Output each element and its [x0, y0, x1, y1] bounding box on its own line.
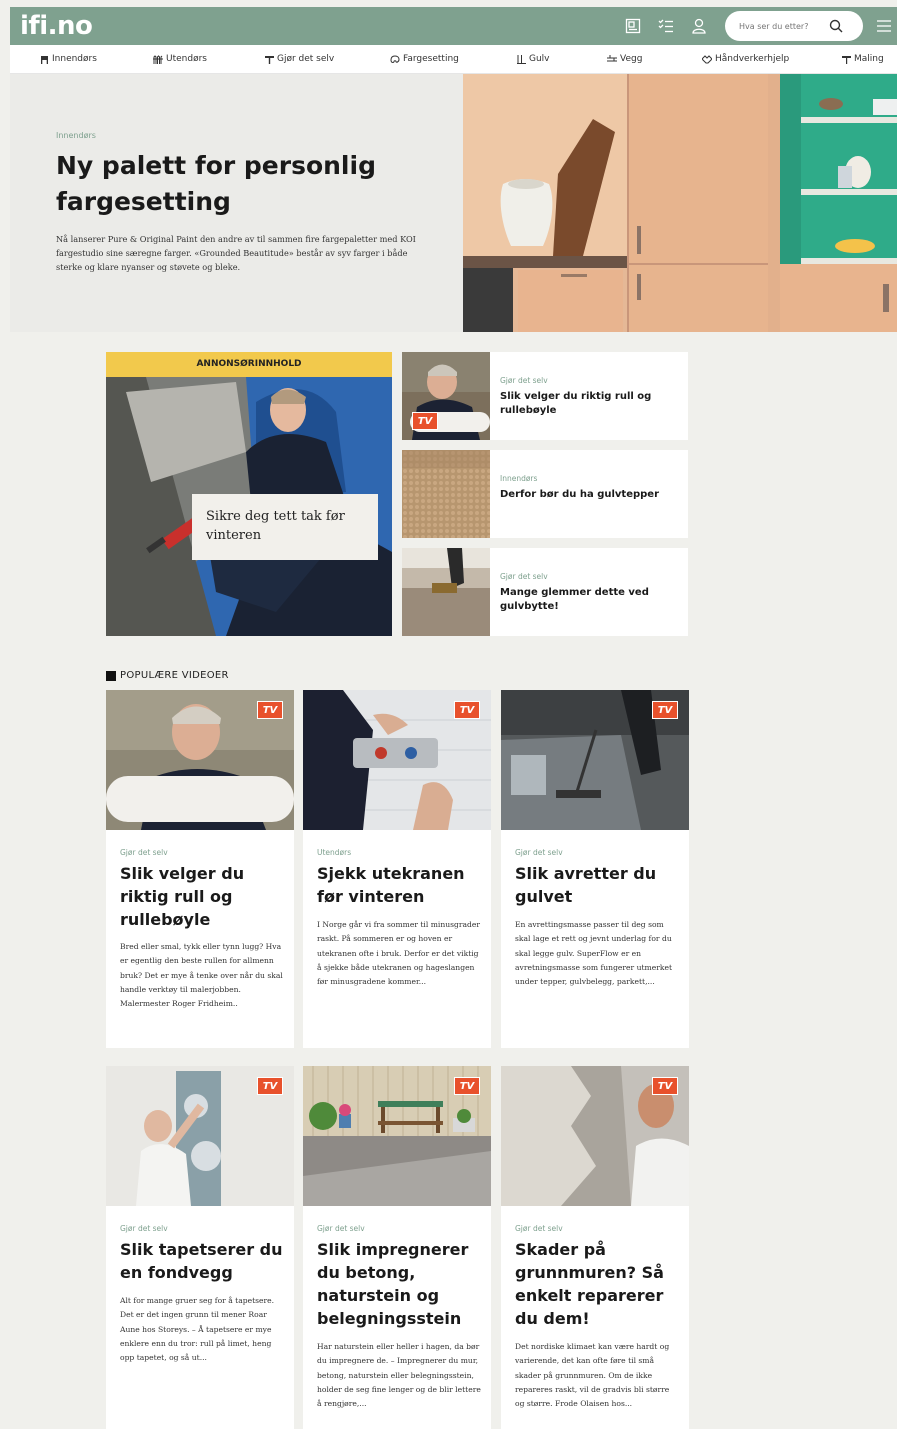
handshake-icon	[702, 54, 712, 63]
nav-item-utendors[interactable]: Utendørs	[153, 54, 207, 64]
video-card[interactable]: TV Utendørs Sjekk utekranen før vinteren…	[303, 690, 491, 1048]
video-description: Bred eller smal, tykk eller tynn lugg? H…	[120, 942, 283, 1009]
top-bar: ifi.no	[10, 7, 897, 45]
side-article-thumbnail	[402, 548, 490, 636]
side-article-title[interactable]: Derfor bør du ha gulvtepper	[500, 488, 675, 502]
nav-item-gjor-det-selv[interactable]: Gjør det selv	[265, 54, 334, 64]
nav-item-fargesetting[interactable]: Fargesetting	[390, 54, 459, 64]
video-description: Alt for mange gruer seg for å tapetsere.…	[120, 1296, 275, 1363]
side-article-category[interactable]: Innendørs	[500, 474, 537, 483]
site-logo[interactable]: ifi.no	[20, 11, 93, 41]
video-category[interactable]: Gjør det selv	[120, 1224, 168, 1233]
side-article-card[interactable]: Innendørs Derfor bør du ha gulvtepper	[402, 450, 688, 538]
header-actions	[624, 7, 897, 45]
video-title[interactable]: Slik velger du riktig rull og rullebøyle	[120, 862, 284, 931]
search-input[interactable]	[739, 21, 829, 31]
magazine-icon[interactable]	[624, 17, 642, 35]
video-card[interactable]: TV Gjør det selv Slik impregnerer du bet…	[303, 1066, 491, 1429]
hero-image[interactable]	[463, 74, 897, 332]
video-thumbnail: TV	[106, 690, 294, 830]
video-card[interactable]: TV Gjør det selv Slik avretter du gulvet…	[501, 690, 689, 1048]
category-nav: Innendørs Utendørs Gjør det selv Fargese…	[10, 45, 897, 74]
search-icon[interactable]	[829, 19, 843, 33]
side-article-title[interactable]: Slik velger du riktig rull og rullebøyle	[500, 390, 675, 418]
video-category[interactable]: Gjør det selv	[515, 848, 563, 857]
video-card[interactable]: TV Gjør det selv Skader på grunnmuren? S…	[501, 1066, 689, 1429]
video-card[interactable]: TV Gjør det selv Slik tapetserer du en f…	[106, 1066, 294, 1429]
video-title[interactable]: Skader på grunnmuren? Så enkelt reparere…	[515, 1238, 679, 1330]
sponsored-article[interactable]: ANNONSØRINNHOLD Sikre deg tett tak før v…	[106, 352, 392, 636]
tv-badge: TV	[454, 1077, 480, 1095]
side-article-thumbnail: TV	[402, 352, 490, 440]
side-article-card[interactable]: Gjør det selv Mange glemmer dette ved gu…	[402, 548, 688, 636]
video-card[interactable]: TV Gjør det selv Slik velger du riktig r…	[106, 690, 294, 1048]
side-article-category[interactable]: Gjør det selv	[500, 572, 548, 581]
nav-item-gulv[interactable]: Gulv	[517, 54, 550, 64]
video-category[interactable]: Gjør det selv	[317, 1224, 365, 1233]
nav-item-handverkerhjelp[interactable]: Håndverkerhjelp	[702, 54, 789, 64]
fence-icon	[153, 54, 163, 64]
video-category[interactable]: Utendørs	[317, 848, 351, 857]
video-category[interactable]: Gjør det selv	[515, 1224, 563, 1233]
video-title[interactable]: Slik impregnerer du betong, naturstein o…	[317, 1238, 481, 1330]
video-description: Det nordiske klimaet kan være hardt og v…	[515, 1342, 670, 1409]
side-article-category[interactable]: Gjør det selv	[500, 376, 548, 385]
video-thumbnail: TV	[106, 1066, 294, 1206]
popular-videos-heading: POPULÆRE VIDEOER	[106, 670, 229, 681]
video-category[interactable]: Gjør det selv	[120, 848, 168, 857]
video-description: En avrettingsmasse passer til deg som sk…	[515, 920, 673, 987]
tv-badge: TV	[652, 701, 678, 719]
video-thumbnail: TV	[501, 1066, 689, 1206]
search-box[interactable]	[725, 11, 863, 41]
hero-text-panel: Innendørs Ny palett for personlig farges…	[10, 74, 463, 332]
side-article-thumbnail	[402, 450, 490, 538]
video-description: I Norge går vi fra sommer til minusgrade…	[317, 920, 481, 987]
tv-badge: TV	[257, 701, 283, 719]
tv-badge: TV	[412, 412, 438, 430]
sponsored-title[interactable]: Sikre deg tett tak før vinteren	[192, 494, 378, 560]
sponsored-badge: ANNONSØRINNHOLD	[106, 352, 392, 377]
video-title[interactable]: Sjekk utekranen før vinteren	[317, 862, 481, 908]
hammer-icon	[265, 55, 274, 64]
side-article-title[interactable]: Mange glemmer dette ved gulvbytte!	[500, 586, 675, 614]
video-thumbnail: TV	[303, 690, 491, 830]
tv-badge: TV	[652, 1077, 678, 1095]
video-thumbnail: TV	[501, 690, 689, 830]
nav-item-innendors[interactable]: Innendørs	[40, 54, 97, 64]
video-title[interactable]: Slik avretter du gulvet	[515, 862, 679, 908]
tv-badge: TV	[454, 701, 480, 719]
video-thumbnail: TV	[303, 1066, 491, 1206]
paint-roller-icon	[842, 55, 851, 64]
chair-icon	[41, 55, 48, 64]
section-marker	[106, 670, 116, 681]
side-article-card[interactable]: TV Gjør det selv Slik velger du riktig r…	[402, 352, 688, 440]
nav-item-maling[interactable]: Maling	[842, 54, 884, 64]
hero-category[interactable]: Innendørs	[56, 131, 96, 140]
wall-icon	[607, 54, 617, 61]
floor-icon	[517, 54, 526, 64]
menu-icon[interactable]	[875, 17, 893, 35]
hero-article[interactable]: Innendørs Ny palett for personlig farges…	[10, 74, 897, 332]
hero-title[interactable]: Ny palett for personlig fargesetting	[56, 148, 416, 220]
video-title[interactable]: Slik tapetserer du en fondvegg	[120, 1238, 284, 1284]
palette-icon	[390, 54, 400, 63]
user-icon[interactable]	[690, 17, 708, 35]
tv-badge: TV	[257, 1077, 283, 1095]
checklist-icon[interactable]	[657, 17, 675, 35]
hero-lead: Nå lanserer Pure & Original Paint den an…	[56, 234, 416, 272]
video-description: Har naturstein eller heller i hagen, da …	[317, 1342, 481, 1409]
nav-item-vegg[interactable]: Vegg	[607, 54, 642, 64]
